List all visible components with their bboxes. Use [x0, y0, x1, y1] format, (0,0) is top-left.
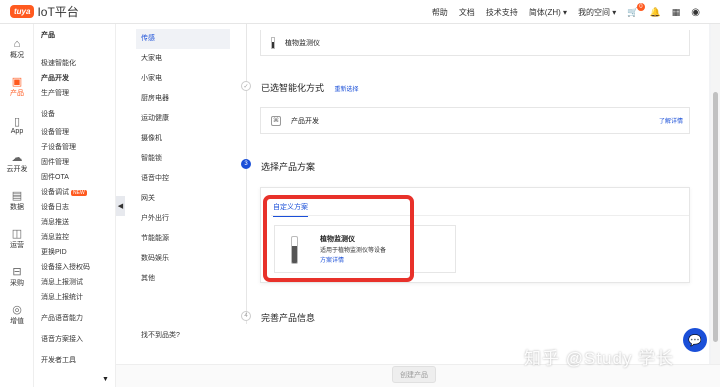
category-panel: 传感 大家电 小家电 厨房电器 运动健康 摄像机 智能锁 语音中控 网关 户外出…	[116, 24, 242, 364]
watermark: 知乎 @Study 学长	[524, 349, 675, 368]
step2-title: 已选智能化方式 重新选择	[261, 83, 359, 93]
subnav-product-dev[interactable]: 产品开发	[34, 71, 115, 86]
help-link[interactable]: 帮助	[432, 7, 448, 18]
step-done-check-icon: ✓	[241, 81, 251, 91]
icon-sidebar: ⌂ 概况 ▣ 产品 ▯ App ☁ 云开发 ▤ 数据 ◫ 运营 ⊟ 采购 ◎ 增值	[0, 24, 34, 387]
category-item[interactable]: 其他	[136, 269, 230, 289]
highlight-box	[263, 195, 414, 282]
reselect-link[interactable]: 重新选择	[335, 87, 359, 93]
step4-title: 完善产品信息	[261, 313, 316, 323]
top-bar: tuya IoT平台 帮助 文档 技术支持 简体(ZH) ▾ 我的空间 ▾ 🛒 0…	[0, 0, 720, 24]
subnav-group-voice: 产品语音能力	[41, 315, 83, 322]
product-thumbnail	[271, 36, 275, 49]
new-badge: NEW	[71, 190, 87, 196]
sidebar-purchase[interactable]: ⊟ 采购	[0, 258, 34, 296]
scrollbar-thumb[interactable]	[713, 92, 718, 342]
category-item[interactable]: 大家电	[136, 49, 230, 69]
step-timeline	[246, 24, 247, 324]
category-item[interactable]: 运动健康	[136, 109, 230, 129]
category-item[interactable]: 传感	[136, 29, 230, 49]
category-item[interactable]: 摄像机	[136, 129, 230, 149]
product-icon: ▣	[11, 76, 23, 88]
value-added-icon: ◎	[12, 304, 22, 316]
sidebar-operation[interactable]: ◫ 运营	[0, 220, 34, 258]
subnav-firmware-ota[interactable]: 固件OTA	[34, 170, 115, 185]
step4-number: 4	[241, 311, 251, 321]
chat-help-icon[interactable]: 💬	[683, 328, 707, 352]
subnav-device-log[interactable]: 设备日志	[34, 200, 115, 215]
docs-link[interactable]: 文档	[459, 7, 475, 18]
category-not-found-link[interactable]: 找不到品类?	[141, 330, 180, 340]
category-item[interactable]: 智能锁	[136, 149, 230, 169]
selected-category-card: 植物监测仪	[260, 30, 690, 56]
subnav-report-test[interactable]: 消息上报测试	[34, 275, 115, 290]
tuya-logo: tuya	[10, 5, 35, 18]
scroll-down-icon[interactable]: ▼	[102, 376, 109, 383]
subnav-auth-code[interactable]: 设备接入授权码	[34, 260, 115, 275]
learn-more-link[interactable]: 了解详情	[659, 116, 683, 125]
user-avatar-icon[interactable]: ◉	[691, 7, 700, 18]
logo[interactable]: tuya IoT平台	[10, 3, 79, 20]
bell-icon[interactable]: 🔔	[650, 7, 661, 18]
subnav-change-pid[interactable]: 更换PID	[34, 245, 115, 260]
method-card: ⌘ 产品开发 了解详情	[260, 107, 690, 134]
operation-icon: ◫	[11, 228, 23, 240]
step3-title: 选择产品方案	[261, 162, 316, 172]
app-icon: ▯	[13, 115, 21, 128]
category-item[interactable]: 数码娱乐	[136, 249, 230, 269]
sidebar-data[interactable]: ▤ 数据	[0, 182, 34, 220]
step3-number: 3	[241, 159, 251, 169]
subnav-report-stats[interactable]: 消息上报统计	[34, 290, 115, 305]
subnav-group-devtools: 开发者工具	[41, 357, 76, 364]
category-item[interactable]: 户外出行	[136, 209, 230, 229]
cart-icon[interactable]: 🛒 0	[627, 2, 645, 18]
subnav-group-fast: 极速智能化	[41, 60, 76, 67]
subnav-message-push[interactable]: 消息推送	[34, 215, 115, 230]
category-item[interactable]: 语音中控	[136, 169, 230, 189]
category-item[interactable]: 小家电	[136, 69, 230, 89]
subnav-title: 产品	[41, 32, 55, 39]
sidebar-app[interactable]: ▯ App	[0, 106, 34, 144]
home-icon: ⌂	[13, 38, 21, 50]
category-item[interactable]: 厨房电器	[136, 89, 230, 109]
collapse-panel-icon[interactable]: ◀	[116, 196, 125, 216]
cloud-icon: ☁	[11, 152, 23, 164]
space-select[interactable]: 我的空间 ▾	[578, 7, 616, 18]
language-select[interactable]: 简体(ZH) ▾	[529, 7, 567, 18]
apps-grid-icon[interactable]: ▦	[672, 7, 681, 18]
sidebar-value-added[interactable]: ◎ 增值	[0, 296, 34, 334]
cart-count: 0	[637, 2, 645, 11]
category-item[interactable]: 网关	[136, 189, 230, 209]
sidebar-overview[interactable]: ⌂ 概况	[0, 30, 34, 68]
subnav-production[interactable]: 生产管理	[34, 86, 115, 101]
platform-name: IoT平台	[37, 5, 79, 19]
sidebar-product[interactable]: ▣ 产品	[0, 68, 34, 106]
support-link[interactable]: 技术支持	[486, 7, 518, 18]
product-dev-icon: ⌘	[271, 115, 281, 126]
sub-navigation: 产品 极速智能化 产品开发 生产管理 设备 设备管理 子设备管理 固件管理 固件…	[34, 24, 116, 387]
method-name: 产品开发	[291, 117, 319, 125]
subnav-subdevice[interactable]: 子设备管理	[34, 140, 115, 155]
subnav-device-debug[interactable]: 设备调试 NEW	[34, 185, 115, 200]
selected-product-name: 植物监测仪	[285, 39, 320, 47]
data-icon: ▤	[11, 190, 23, 202]
subnav-group-device: 设备	[41, 111, 55, 118]
subnav-voice-access[interactable]: 语音方案接入	[34, 332, 115, 347]
category-item[interactable]: 节能能源	[136, 229, 230, 249]
sidebar-cloud[interactable]: ☁ 云开发	[0, 144, 34, 182]
cart-icon: ⊟	[12, 266, 22, 278]
create-product-button[interactable]: 创建产品	[392, 366, 436, 383]
subnav-message-monitor[interactable]: 消息监控	[34, 230, 115, 245]
subnav-firmware[interactable]: 固件管理	[34, 155, 115, 170]
subnav-device-manage[interactable]: 设备管理	[34, 125, 115, 140]
